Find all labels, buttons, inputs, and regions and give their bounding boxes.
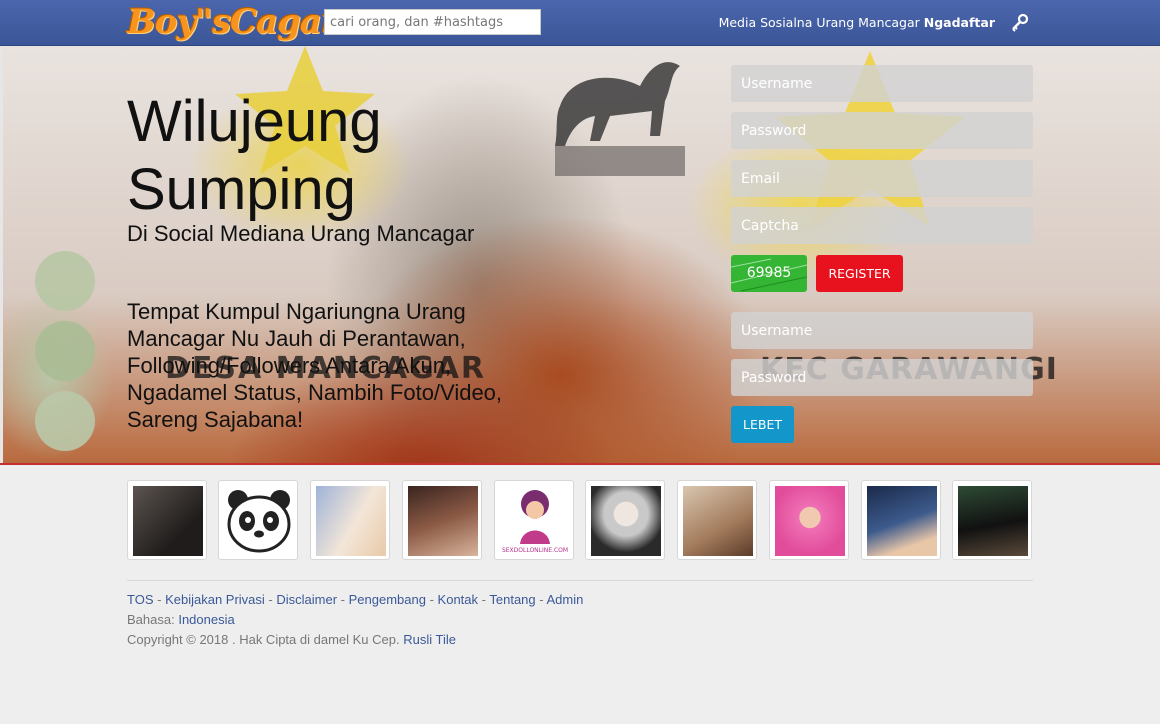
avatar-photo xyxy=(133,486,203,556)
member-avatar[interactable] xyxy=(218,480,298,560)
panda-avatar-icon xyxy=(224,486,294,556)
register-username-input[interactable] xyxy=(731,65,1033,102)
footer-language: Bahasa: Indonesia xyxy=(127,612,235,627)
avatar-photo xyxy=(591,486,661,556)
footer-link-contact[interactable]: Kontak xyxy=(438,592,478,607)
avatar-cartoon: SEXDOLLONLINE.COM xyxy=(500,486,570,556)
round-decoration xyxy=(35,251,95,451)
member-avatar-strip: SEXDOLLONLINE.COM xyxy=(127,480,1033,560)
welcome-title-line1: Wilujeung xyxy=(127,89,382,154)
footer-link-developer[interactable]: Pengembang xyxy=(349,592,426,607)
member-avatar[interactable] xyxy=(585,480,665,560)
welcome-title-line2: Sumping xyxy=(127,157,356,222)
footer-link-tos[interactable]: TOS xyxy=(127,592,154,607)
member-avatar[interactable] xyxy=(310,480,390,560)
hero-banner: DESA MANCAGAR KEC GARAWANGI Wilujeung Su… xyxy=(0,46,1160,465)
key-icon[interactable] xyxy=(1010,12,1030,32)
register-password-input[interactable] xyxy=(731,112,1033,149)
language-label: Bahasa: xyxy=(127,612,175,627)
login-username-input[interactable] xyxy=(731,312,1033,349)
avatar-photo xyxy=(408,486,478,556)
avatar-photo xyxy=(958,486,1028,556)
login-password-input[interactable] xyxy=(731,359,1033,396)
member-avatar[interactable] xyxy=(677,480,757,560)
member-avatar[interactable]: SEXDOLLONLINE.COM xyxy=(494,480,574,560)
avatar-photo xyxy=(775,486,845,556)
login-button[interactable]: LEBET xyxy=(731,406,794,443)
member-avatar[interactable] xyxy=(127,480,207,560)
author-link[interactable]: Rusli Tile xyxy=(403,632,456,647)
captcha-image: 69985 xyxy=(731,255,807,292)
register-button[interactable]: REGISTER xyxy=(816,255,903,292)
register-email-input[interactable] xyxy=(731,160,1033,197)
register-captcha-input[interactable] xyxy=(731,207,1033,244)
tagline-text: Media Sosialna Urang Mancagar xyxy=(718,15,920,30)
footer-link-about[interactable]: Tentang xyxy=(489,592,535,607)
copyright-text: Copyright © 2018 . Hak Cipta di damel Ku… xyxy=(127,632,400,647)
search-input[interactable] xyxy=(324,9,541,35)
site-logo[interactable]: Boy"sCagar xyxy=(127,0,339,45)
header-tagline: Media Sosialna Urang Mancagar Ngadaftar xyxy=(719,15,995,30)
hero-left-edge xyxy=(0,46,3,463)
footer-link-disclaimer[interactable]: Disclaimer xyxy=(276,592,337,607)
footer-links: TOS - Kebijakan Privasi - Disclaimer - P… xyxy=(127,592,584,607)
welcome-subtitle: Di Social Mediana Urang Mancagar xyxy=(127,221,475,246)
footer-link-admin[interactable]: Admin xyxy=(547,592,584,607)
avatar-watermark: SEXDOLLONLINE.COM xyxy=(501,547,569,554)
captcha-code: 69985 xyxy=(746,265,792,281)
avatar-photo xyxy=(683,486,753,556)
language-link[interactable]: Indonesia xyxy=(178,612,234,627)
member-avatar[interactable] xyxy=(402,480,482,560)
horse-statue-image xyxy=(555,62,685,176)
signup-link[interactable]: Ngadaftar xyxy=(924,15,995,30)
footer-divider xyxy=(127,580,1033,581)
footer-copyright: Copyright © 2018 . Hak Cipta di damel Ku… xyxy=(127,632,456,647)
welcome-description: Tempat Kumpul Ngariungna Urang Mancagar … xyxy=(127,299,503,432)
footer-link-privacy[interactable]: Kebijakan Privasi xyxy=(165,592,265,607)
avatar-photo xyxy=(867,486,937,556)
avatar-photo xyxy=(316,486,386,556)
member-avatar[interactable] xyxy=(952,480,1032,560)
top-navbar: Boy"sCagar Media Sosialna Urang Mancagar… xyxy=(0,0,1160,46)
member-avatar[interactable] xyxy=(861,480,941,560)
member-avatar[interactable] xyxy=(769,480,849,560)
welcome-title: Wilujeung Sumping xyxy=(127,88,382,224)
